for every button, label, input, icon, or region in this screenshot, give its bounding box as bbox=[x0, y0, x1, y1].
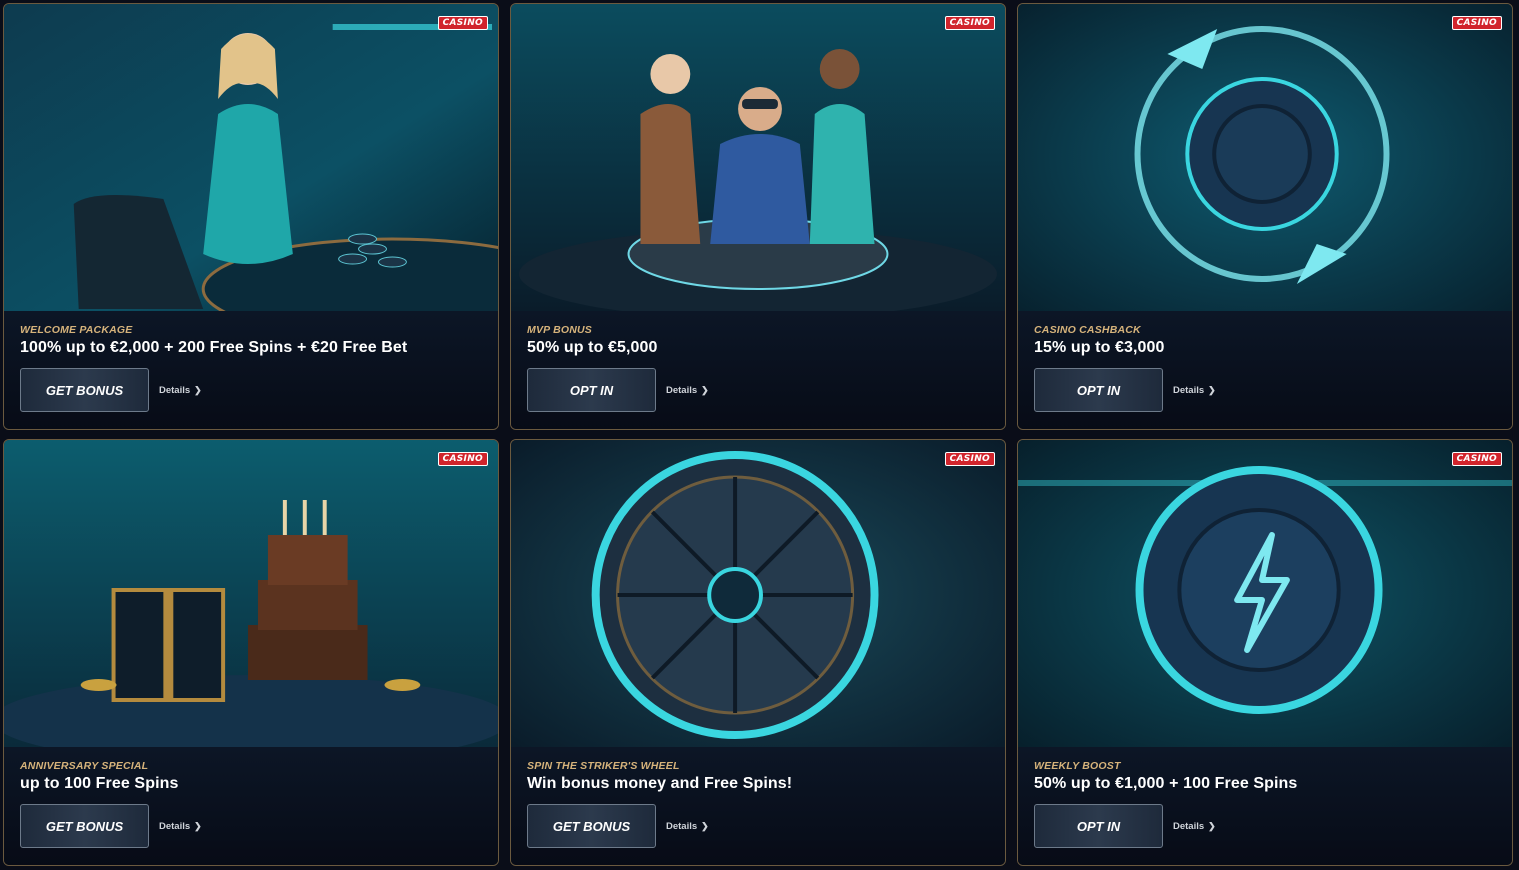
category-tag: CASINO bbox=[944, 16, 995, 30]
promo-card-welcome-package[interactable]: CASINO WELCOME PACKAGE 100% up to €2,000… bbox=[3, 3, 499, 430]
category-tag: CASINO bbox=[1451, 452, 1502, 466]
details-link[interactable]: Details ❯ bbox=[1173, 385, 1216, 396]
category-tag: CASINO bbox=[1451, 16, 1502, 30]
promo-eyebrow: MVP BONUS bbox=[527, 324, 592, 336]
promo-image-cashback-chip bbox=[1018, 4, 1512, 311]
promo-image-lightning-chip bbox=[1018, 440, 1512, 747]
details-label: Details bbox=[1173, 821, 1205, 832]
details-label: Details bbox=[159, 821, 191, 832]
details-label: Details bbox=[159, 385, 191, 396]
promo-info: ANNIVERSARY SPECIAL up to 100 Free Spins… bbox=[4, 747, 498, 865]
chevron-right-icon: ❯ bbox=[1208, 821, 1216, 831]
category-tag: CASINO bbox=[437, 452, 488, 466]
category-tag: CASINO bbox=[944, 452, 995, 466]
promo-headline: 100% up to €2,000 + 200 Free Spins + €20… bbox=[20, 339, 408, 356]
details-label: Details bbox=[666, 385, 698, 396]
opt-in-button[interactable]: OPT IN bbox=[527, 368, 656, 412]
promo-headline: Win bonus money and Free Spins! bbox=[527, 775, 793, 792]
opt-in-button[interactable]: OPT IN bbox=[1034, 368, 1163, 412]
promo-eyebrow: SPIN THE STRIKER'S WHEEL bbox=[527, 760, 680, 772]
promo-headline: 50% up to €1,000 + 100 Free Spins bbox=[1034, 775, 1298, 792]
get-bonus-button[interactable]: GET BONUS bbox=[20, 368, 149, 412]
chevron-right-icon: ❯ bbox=[701, 385, 709, 395]
promo-card-mvp-bonus[interactable]: CASINO MVP BONUS 50% up to €5,000 OPT IN… bbox=[510, 3, 1006, 430]
promo-eyebrow: CASINO CASHBACK bbox=[1034, 324, 1141, 336]
promo-eyebrow: ANNIVERSARY SPECIAL bbox=[20, 760, 149, 772]
details-link[interactable]: Details ❯ bbox=[159, 385, 202, 396]
get-bonus-button[interactable]: GET BONUS bbox=[20, 804, 149, 848]
promo-info: WELCOME PACKAGE 100% up to €2,000 + 200 … bbox=[4, 311, 498, 429]
promo-info: MVP BONUS 50% up to €5,000 OPT IN Detail… bbox=[511, 311, 1005, 429]
details-link[interactable]: Details ❯ bbox=[159, 821, 202, 832]
details-label: Details bbox=[666, 821, 698, 832]
details-link[interactable]: Details ❯ bbox=[1173, 821, 1216, 832]
promo-image-woman-chips bbox=[4, 4, 498, 311]
promo-card-casino-cashback[interactable]: CASINO CASINO CASHBACK 15% up to €3,000 … bbox=[1017, 3, 1513, 430]
promo-eyebrow: WELCOME PACKAGE bbox=[20, 324, 133, 336]
promo-eyebrow: WEEKLY BOOST bbox=[1034, 760, 1121, 772]
promo-card-strikers-wheel[interactable]: CASINO SPIN THE STRIKER'S WHEEL Win bonu… bbox=[510, 439, 1006, 866]
promo-info: SPIN THE STRIKER'S WHEEL Win bonus money… bbox=[511, 747, 1005, 865]
details-link[interactable]: Details ❯ bbox=[666, 821, 709, 832]
promotions-grid: CASINO WELCOME PACKAGE 100% up to €2,000… bbox=[0, 0, 1519, 870]
promo-card-weekly-boost[interactable]: CASINO WEEKLY BOOST 50% up to €1,000 + 1… bbox=[1017, 439, 1513, 866]
chevron-right-icon: ❯ bbox=[1208, 385, 1216, 395]
chevron-right-icon: ❯ bbox=[194, 385, 202, 395]
opt-in-button[interactable]: OPT IN bbox=[1034, 804, 1163, 848]
promo-headline: up to 100 Free Spins bbox=[20, 775, 179, 792]
get-bonus-button[interactable]: GET BONUS bbox=[527, 804, 656, 848]
promo-info: CASINO CASHBACK 15% up to €3,000 OPT IN … bbox=[1018, 311, 1512, 429]
details-link[interactable]: Details ❯ bbox=[666, 385, 709, 396]
category-tag: CASINO bbox=[437, 16, 488, 30]
chevron-right-icon: ❯ bbox=[194, 821, 202, 831]
details-label: Details bbox=[1173, 385, 1205, 396]
promo-image-cake-gift bbox=[4, 440, 498, 747]
chevron-right-icon: ❯ bbox=[701, 821, 709, 831]
promo-image-prize-wheel bbox=[511, 440, 1005, 747]
promo-info: WEEKLY BOOST 50% up to €1,000 + 100 Free… bbox=[1018, 747, 1512, 865]
promo-image-vip-group bbox=[511, 4, 1005, 311]
promo-headline: 15% up to €3,000 bbox=[1034, 339, 1165, 356]
promo-card-anniversary-special[interactable]: CASINO ANNIVERSARY SPECIAL up to 100 Fre… bbox=[3, 439, 499, 866]
promo-headline: 50% up to €5,000 bbox=[527, 339, 658, 356]
